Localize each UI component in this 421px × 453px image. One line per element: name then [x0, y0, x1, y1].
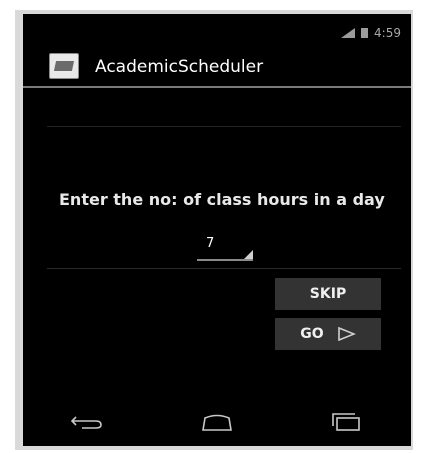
navigation-bar: [23, 398, 411, 446]
phone-screen: 4:59 AcademicScheduler Enter the no: of …: [23, 14, 411, 446]
go-button-label: GO: [300, 326, 324, 342]
status-time: 4:59: [374, 26, 401, 40]
status-bar: 4:59: [23, 14, 411, 48]
recents-icon[interactable]: [328, 412, 364, 432]
app-icon: [49, 53, 79, 79]
skip-button-label: SKIP: [309, 286, 347, 302]
skip-button[interactable]: SKIP: [275, 278, 381, 310]
status-icons: 4:59: [341, 26, 401, 40]
app-title: AcademicScheduler: [95, 57, 264, 77]
divider: [47, 268, 401, 269]
battery-icon: [361, 28, 369, 38]
class-hours-prompt: Enter the no: of class hours in a day: [59, 190, 385, 209]
divider: [47, 126, 401, 127]
dropdown-arrow-icon: [244, 250, 253, 259]
class-hours-spinner[interactable]: 7: [197, 235, 253, 261]
signal-icon: [341, 28, 356, 38]
play-icon: [337, 327, 356, 341]
home-icon[interactable]: [199, 412, 235, 432]
go-button[interactable]: GO: [275, 318, 381, 350]
action-bar: AcademicScheduler: [23, 48, 411, 88]
back-icon[interactable]: [70, 412, 106, 432]
spinner-value: 7: [206, 236, 215, 251]
